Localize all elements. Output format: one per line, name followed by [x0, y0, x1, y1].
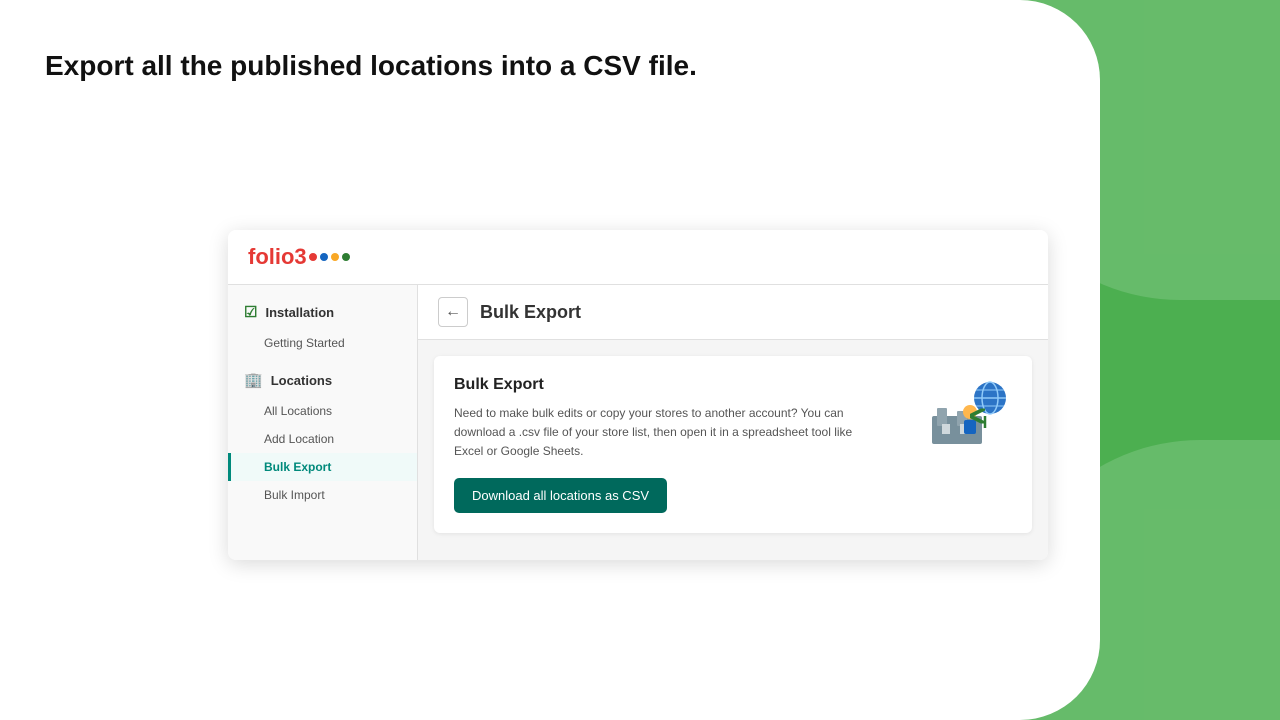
main-content: ☑ Installation Getting Started 🏢 Locatio…	[228, 285, 1048, 560]
sidebar-item-add-location[interactable]: Add Location	[228, 425, 417, 453]
card-title: Bulk Export	[454, 376, 902, 394]
sidebar-locations-label: Locations	[271, 373, 332, 388]
instruction-text: Export all the published locations into …	[45, 50, 697, 82]
bulk-export-card: Bulk Export Need to make bulk edits or c…	[434, 356, 1032, 533]
sidebar-section-installation: ☑ Installation Getting Started	[228, 295, 417, 357]
dot-yellow	[331, 253, 339, 261]
building-icon: 🏢	[244, 371, 263, 389]
sidebar-section-locations: 🏢 Locations All Locations Add Location B…	[228, 363, 417, 509]
dot-blue	[320, 253, 328, 261]
page-header: ← Bulk Export	[418, 285, 1048, 340]
card-description: Need to make bulk edits or copy your sto…	[454, 404, 854, 462]
content-area: ← Bulk Export Bulk Export Need to make b…	[418, 285, 1048, 560]
page-title: Bulk Export	[480, 302, 581, 323]
dot-green	[342, 253, 350, 261]
back-button[interactable]: ←	[438, 297, 468, 327]
dot-red	[309, 253, 317, 261]
sidebar-locations-header[interactable]: 🏢 Locations	[228, 363, 417, 397]
checkbox-icon: ☑	[244, 303, 257, 321]
app-window: folio3 ☑ Installation Getting Started	[228, 230, 1048, 560]
illustration-svg	[922, 376, 1012, 456]
logo-dots	[309, 253, 350, 261]
sidebar: ☑ Installation Getting Started 🏢 Locatio…	[228, 285, 418, 560]
sidebar-item-all-locations[interactable]: All Locations	[228, 397, 417, 425]
card-text-section: Bulk Export Need to make bulk edits or c…	[454, 376, 902, 513]
sidebar-item-bulk-export[interactable]: Bulk Export	[228, 453, 417, 481]
bulk-export-illustration	[922, 376, 1012, 456]
logo: folio3	[248, 244, 1028, 270]
sidebar-item-getting-started[interactable]: Getting Started	[228, 329, 417, 357]
logo-text: folio3	[248, 244, 307, 270]
sidebar-item-bulk-import[interactable]: Bulk Import	[228, 481, 417, 509]
sidebar-installation-header[interactable]: ☑ Installation	[228, 295, 417, 329]
sidebar-installation-label: Installation	[265, 305, 334, 320]
download-csv-button[interactable]: Download all locations as CSV	[454, 478, 667, 513]
top-bar: folio3	[228, 230, 1048, 285]
